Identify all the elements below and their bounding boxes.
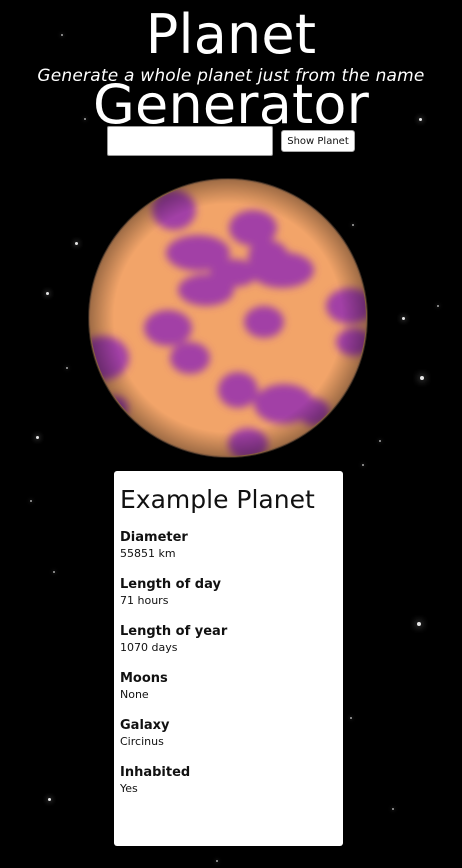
- stat-label: Length of day: [120, 577, 221, 592]
- star: [417, 622, 421, 626]
- star: [36, 436, 39, 439]
- star: [379, 440, 381, 442]
- star: [420, 376, 424, 380]
- star: [48, 798, 51, 801]
- planet-name-input[interactable]: [107, 126, 274, 156]
- star: [216, 860, 218, 862]
- star: [75, 242, 78, 245]
- star: [350, 717, 352, 719]
- stat-moons: Moons None: [120, 670, 337, 703]
- stat-label: Galaxy: [120, 718, 170, 733]
- star: [402, 317, 405, 320]
- stat-value: Circinus: [120, 735, 164, 748]
- stat-length-of-year: Length of year 1070 days: [120, 623, 337, 656]
- stat-label: Moons: [120, 671, 168, 686]
- stat-diameter: Diameter 55851 km: [120, 529, 337, 562]
- star: [66, 367, 68, 369]
- stat-galaxy: Galaxy Circinus: [120, 717, 337, 750]
- star: [392, 808, 394, 810]
- planet-info-card: Example Planet Diameter 55851 km Length …: [114, 471, 343, 846]
- stat-value: 55851 km: [120, 547, 176, 560]
- star: [53, 571, 55, 573]
- stat-inhabited: Inhabited Yes: [120, 764, 337, 797]
- planet-name-heading: Example Planet: [120, 485, 315, 514]
- stat-value: 71 hours: [120, 594, 169, 607]
- star: [46, 292, 49, 295]
- page-subtitle: Generate a whole planet just from the na…: [37, 66, 425, 86]
- star: [362, 464, 364, 466]
- stat-value: None: [120, 688, 149, 701]
- stat-label: Length of year: [120, 624, 228, 639]
- star: [30, 500, 32, 502]
- stat-label: Diameter: [120, 530, 188, 545]
- planet-graphic: [88, 178, 368, 458]
- stat-value: Yes: [120, 782, 138, 795]
- show-planet-button[interactable]: Show Planet: [281, 130, 355, 152]
- stat-label: Inhabited: [120, 765, 191, 780]
- star: [437, 305, 439, 307]
- planet-visual: [88, 178, 368, 458]
- stat-length-of-day: Length of day 71 hours: [120, 576, 337, 609]
- stat-value: 1070 days: [120, 641, 178, 654]
- planet-name-form: Show Planet: [0, 126, 462, 156]
